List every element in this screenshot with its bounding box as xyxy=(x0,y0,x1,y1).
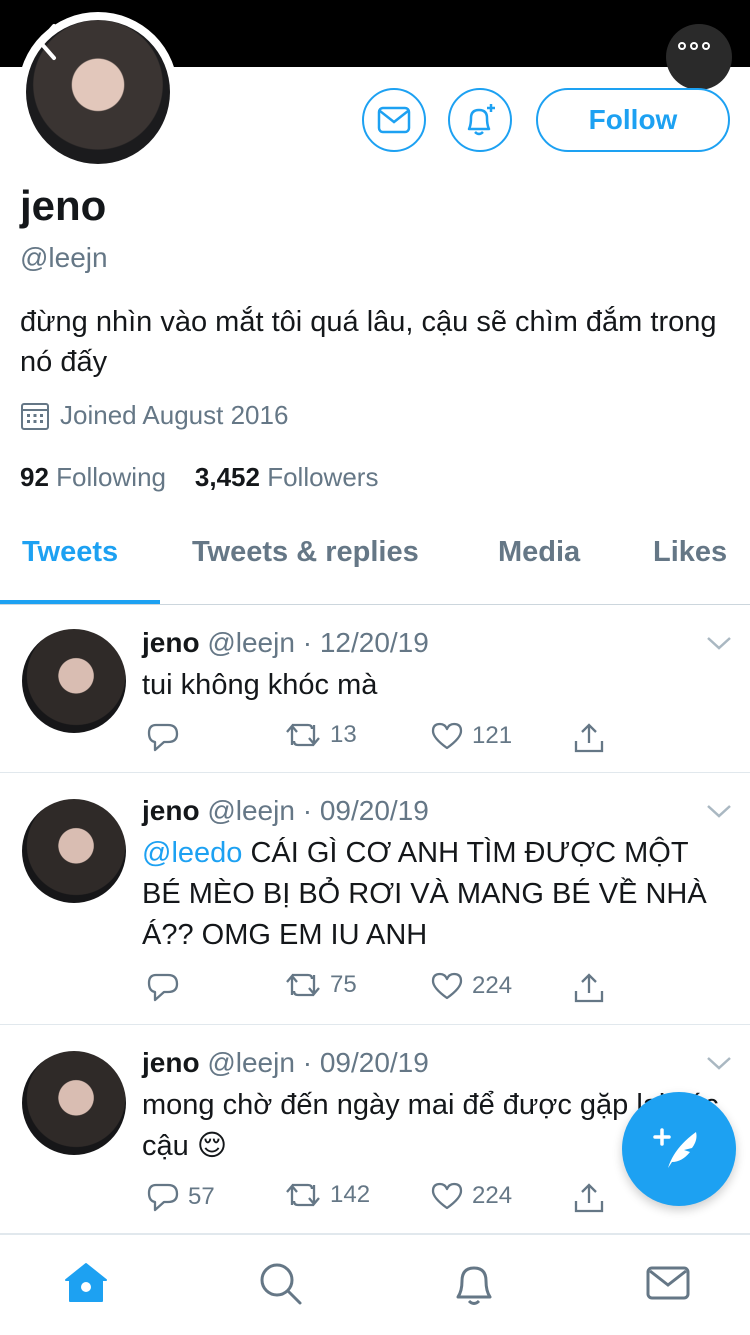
more-button-bg xyxy=(666,24,732,90)
more-dots-icon xyxy=(678,42,710,50)
nav-home[interactable] xyxy=(62,1259,110,1307)
heart-icon xyxy=(431,972,463,1000)
tweet-text: tui không khóc mà xyxy=(142,665,732,706)
tweet-author-name: jeno xyxy=(142,627,200,658)
bottom-nav xyxy=(0,1234,750,1335)
home-icon xyxy=(65,1263,107,1302)
profile-name: jeno xyxy=(20,182,107,229)
mail-icon xyxy=(646,1266,690,1300)
like-count: 224 xyxy=(472,1182,513,1209)
share-button[interactable] xyxy=(572,971,606,1005)
reply-button[interactable]: 57 xyxy=(146,1181,215,1213)
tweet-author-name: jeno xyxy=(142,1047,200,1078)
compose-tweet-button[interactable] xyxy=(622,1092,736,1206)
retweet-count: 75 xyxy=(330,971,357,998)
retweet-button[interactable]: 13 xyxy=(284,721,357,749)
profile-tabs: Tweets Tweets & replies Media Likes xyxy=(0,520,750,605)
like-count: 224 xyxy=(472,972,513,999)
bell-plus-icon xyxy=(467,104,495,136)
tweet-item[interactable]: jeno @leejn · 09/20/19 @leedo CÁI GÌ CƠ … xyxy=(0,773,750,1025)
retweet-icon xyxy=(286,1183,320,1207)
message-button[interactable] xyxy=(362,88,426,152)
share-button[interactable] xyxy=(572,721,606,755)
retweet-count: 142 xyxy=(330,1181,371,1208)
nav-messages[interactable] xyxy=(644,1259,692,1307)
more-button[interactable] xyxy=(666,18,732,90)
following-label: Following xyxy=(56,462,166,492)
tweet-header: jeno @leejn · 09/20/19 xyxy=(142,1047,429,1079)
like-button[interactable]: 224 xyxy=(430,1181,512,1211)
back-chevron-icon[interactable] xyxy=(34,22,74,62)
tweet-body: tui không khóc mà xyxy=(142,669,378,701)
tweet-avatar[interactable] xyxy=(22,799,126,903)
tab-tweets-replies[interactable]: Tweets & replies xyxy=(192,536,419,569)
tweet-author-handle: @leejn xyxy=(207,627,295,658)
tweet-mention-link[interactable]: @leedo xyxy=(142,837,242,869)
tweet-header: jeno @leejn · 09/20/19 xyxy=(142,795,429,827)
share-button[interactable] xyxy=(572,1181,606,1215)
tweet-actions: 13 121 xyxy=(142,721,622,757)
reply-icon xyxy=(147,723,179,752)
reply-icon xyxy=(147,1183,179,1212)
retweet-button[interactable]: 75 xyxy=(284,971,357,999)
nav-notifications[interactable] xyxy=(450,1259,498,1307)
tweet-avatar[interactable] xyxy=(22,1051,126,1155)
tab-likes[interactable]: Likes xyxy=(653,536,727,569)
like-count: 121 xyxy=(472,722,513,749)
active-tab-indicator xyxy=(0,600,160,604)
reply-button[interactable] xyxy=(146,721,188,753)
tweet-date: · 09/20/19 xyxy=(302,1047,429,1078)
followers-count: 3,452 xyxy=(194,462,260,492)
calendar-icon xyxy=(21,402,49,430)
compose-feather-icon xyxy=(653,1128,697,1168)
share-icon xyxy=(574,723,604,753)
heart-icon xyxy=(431,722,463,750)
followers-label: Followers xyxy=(267,462,379,492)
tweet-actions: 75 224 xyxy=(142,971,622,1007)
retweet-icon xyxy=(286,973,320,997)
reply-count: 57 xyxy=(188,1183,215,1210)
tab-tweets[interactable]: Tweets xyxy=(22,536,118,569)
reply-icon xyxy=(147,973,179,1002)
heart-icon xyxy=(431,1182,463,1210)
share-icon xyxy=(574,1183,604,1213)
like-button[interactable]: 224 xyxy=(430,971,512,1001)
tweet-author-name: jeno xyxy=(142,795,200,826)
profile-stats: 92 Following 3,452 Followers xyxy=(20,462,378,493)
profile-bio: đừng nhìn vào mắt tôi quá lâu, cậu sẽ ch… xyxy=(20,306,717,378)
tweet-author-handle: @leejn xyxy=(207,1047,295,1078)
share-icon xyxy=(574,973,604,1003)
tweet-avatar[interactable] xyxy=(22,629,126,733)
nav-search[interactable] xyxy=(256,1259,304,1307)
follow-button[interactable]: Follow xyxy=(536,88,730,152)
joined-date: Joined August 2016 xyxy=(20,400,288,431)
chevron-down-icon[interactable] xyxy=(706,635,732,651)
notify-button[interactable] xyxy=(448,88,512,152)
tweet-header: jeno @leejn · 12/20/19 xyxy=(142,627,429,659)
tweet-item[interactable]: jeno @leejn · 12/20/19 tui không khóc mà… xyxy=(0,605,750,773)
envelope-icon xyxy=(377,106,411,134)
profile-handle: @leejn xyxy=(20,242,108,273)
chevron-down-icon[interactable] xyxy=(706,803,732,819)
tweet-date: · 09/20/19 xyxy=(302,795,429,826)
tweet-actions: 57 142 224 xyxy=(142,1181,622,1217)
tweet-author-handle: @leejn xyxy=(207,795,295,826)
tweet-text: @leedo CÁI GÌ CƠ ANH TÌM ĐƯỢC MỘT BÉ MÈO… xyxy=(142,833,732,956)
retweet-icon xyxy=(286,723,320,747)
reply-button[interactable] xyxy=(146,971,188,1003)
tab-media[interactable]: Media xyxy=(498,536,580,569)
search-icon xyxy=(260,1263,302,1305)
followers-link[interactable]: 3,452 Followers xyxy=(195,462,379,492)
joined-text: Joined August 2016 xyxy=(60,400,289,430)
following-count: 92 xyxy=(20,462,49,492)
following-link[interactable]: 92 Following xyxy=(20,462,166,492)
bell-icon xyxy=(456,1266,492,1305)
retweet-count: 13 xyxy=(330,721,357,748)
tweet-date: · 12/20/19 xyxy=(302,627,429,658)
retweet-button[interactable]: 142 xyxy=(284,1181,370,1209)
like-button[interactable]: 121 xyxy=(430,721,512,751)
chevron-down-icon[interactable] xyxy=(706,1055,732,1071)
